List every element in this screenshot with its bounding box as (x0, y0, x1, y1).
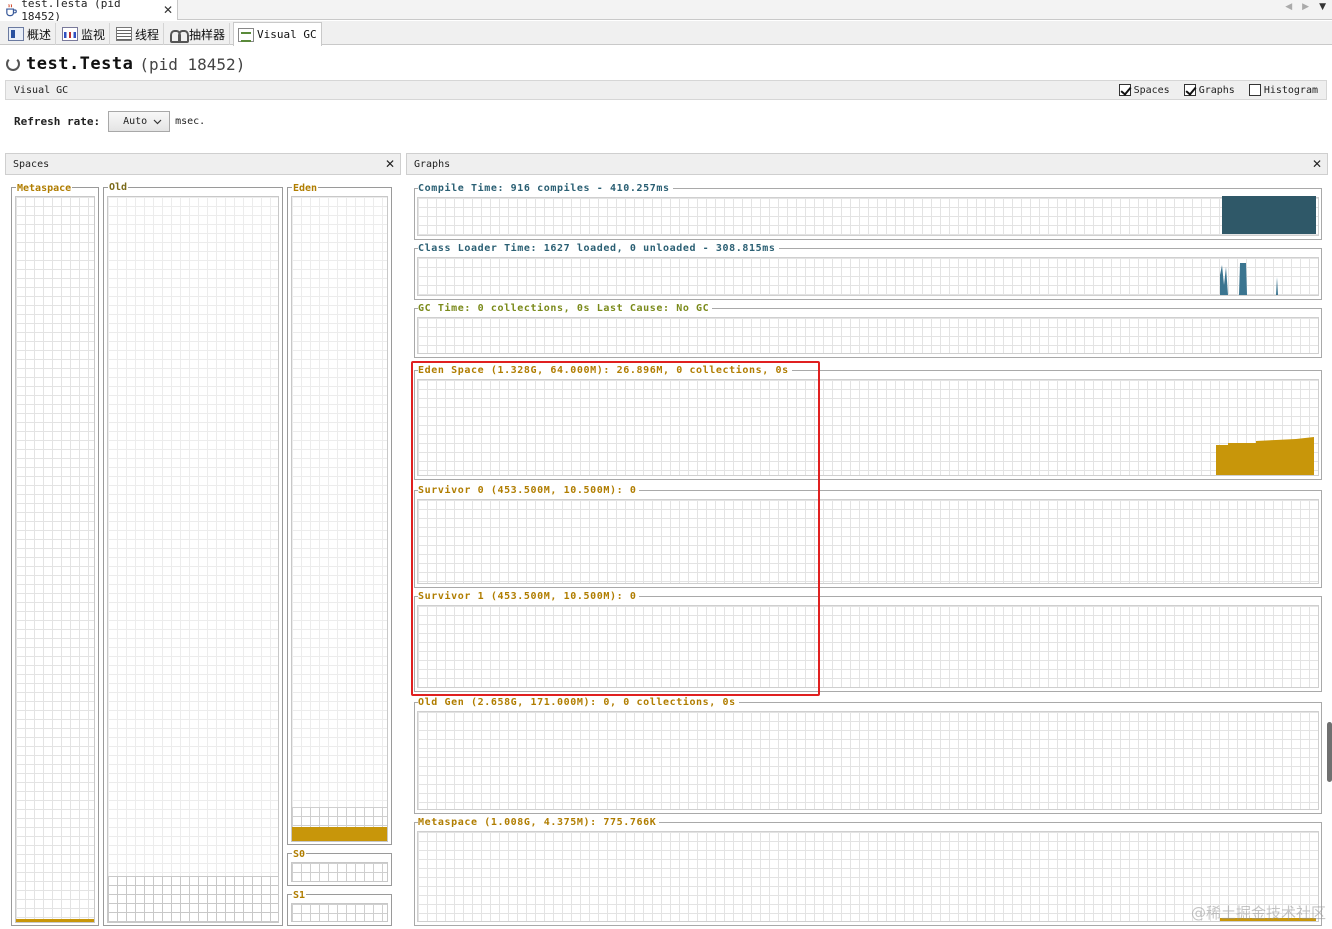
scroll-right-icon[interactable]: ▶ (1302, 2, 1309, 12)
eden-capacity-area (291, 196, 388, 842)
old-label: Old (108, 182, 129, 193)
checkbox-checked-icon (1183, 84, 1196, 96)
tab-monitor[interactable]: 监视 (58, 23, 111, 45)
refresh-rate-value: Auto (123, 116, 148, 127)
refresh-rate-unit: msec. (175, 116, 206, 127)
refresh-rate-row: Refresh rate: Auto msec. (14, 111, 205, 132)
gc-time-plot (417, 317, 1319, 354)
old-gen-label: Old Gen (2.658G, 171.000M): 0, 0 collect… (418, 697, 739, 708)
graphs-checkbox-label: Graphs (1198, 84, 1235, 96)
class-loader-plot (417, 257, 1319, 296)
eden-space-series (1216, 437, 1314, 475)
s0-label: S0 (292, 849, 307, 860)
gc-time-label: GC Time: 0 collections, 0s Last Cause: N… (418, 303, 713, 314)
metaspace-label: Metaspace (1.008G, 4.375M): 775.766K (418, 817, 660, 828)
tab-visual-gc[interactable]: Visual GC (233, 22, 322, 46)
old-space-box (103, 187, 283, 926)
sampler-icon (170, 27, 189, 43)
tab-overview-label: 概述 (27, 27, 52, 42)
graphs-checkbox[interactable]: Graphs (1183, 84, 1235, 96)
compile-time-graph (414, 188, 1322, 240)
metaspace-capacity-area (15, 196, 95, 923)
survivor-1-plot (417, 605, 1319, 688)
scroll-left-icon[interactable]: ◀ (1285, 2, 1292, 12)
metaspace-label: Metaspace (16, 183, 73, 194)
application-name: test.Testa (26, 54, 134, 74)
tab-sampler[interactable]: 抽样器 (166, 23, 231, 45)
graphs-panel-title: Graphs (414, 158, 451, 170)
close-tab-icon[interactable]: ✕ (163, 3, 173, 17)
graphs-panel-header: Graphs ✕ (406, 153, 1328, 175)
refresh-rate-label: Refresh rate: (14, 115, 101, 128)
s1-label: S1 (292, 890, 307, 901)
class-loader-label: Class Loader Time: 1627 loaded, 0 unload… (418, 243, 779, 254)
histogram-checkbox[interactable]: Histogram (1248, 84, 1318, 96)
tab-threads-label: 线程 (135, 27, 160, 42)
old-gen-plot (417, 711, 1319, 810)
overview-icon (8, 27, 24, 41)
view-tab-bar: 概述 监视 线程 抽样器 Visual GC (0, 21, 1332, 46)
survivor-0-graph (414, 490, 1322, 588)
checkbox-checked-icon (1118, 84, 1131, 96)
monitor-icon (62, 27, 78, 41)
checkbox-unchecked-icon (1248, 84, 1261, 96)
visual-gc-header: Visual GC Spaces Graphs Histogram (5, 80, 1327, 100)
watermark: @稀土掘金技术社区 (1190, 904, 1326, 922)
document-tab-testa[interactable]: test.Testa (pid 18452) ✕ (0, 0, 178, 23)
class-loader-series (1220, 263, 1278, 295)
page-title: test.Testa (pid 18452) (6, 53, 245, 75)
spaces-checkbox[interactable]: Spaces (1118, 84, 1170, 96)
spaces-panel-header: Spaces ✕ (5, 153, 401, 175)
metaspace-fill (16, 919, 94, 922)
old-gen-graph (414, 702, 1322, 814)
eden-label: Eden (292, 183, 319, 194)
s0-capacity-area (291, 862, 388, 882)
tab-monitor-label: 监视 (81, 27, 106, 42)
compile-time-plot (417, 196, 1319, 236)
document-tab-label: test.Testa (pid 18452) (21, 0, 121, 23)
eden-space-label: Eden Space (1.328G, 64.000M): 26.896M, 0… (418, 365, 792, 376)
java-cup-icon (6, 4, 17, 17)
document-tab-bar: test.Testa (pid 18452) ✕ ◀ ▶ ▼ (0, 0, 1332, 23)
metaspace-plot (417, 831, 1319, 922)
spaces-checkbox-label: Spaces (1133, 84, 1170, 96)
eden-committed-area (292, 807, 387, 841)
vertical-scrollbar[interactable] (1327, 722, 1332, 782)
survivor-1-graph (414, 596, 1322, 692)
tab-visual-gc-label: Visual GC (257, 28, 317, 41)
eden-space-plot (417, 379, 1319, 476)
eden-space-graph (414, 370, 1322, 480)
metaspace-graph (414, 822, 1322, 926)
close-graphs-panel-icon[interactable]: ✕ (1312, 157, 1322, 171)
close-spaces-panel-icon[interactable]: ✕ (385, 157, 395, 171)
eden-fill (292, 826, 387, 841)
old-committed-area (108, 876, 278, 922)
spaces-panel-title: Spaces (13, 158, 50, 170)
old-capacity-area (107, 196, 279, 923)
compile-time-label: Compile Time: 916 compiles - 410.257ms (418, 183, 673, 194)
loading-spinner-icon (6, 57, 20, 71)
chevron-down-icon (153, 119, 162, 124)
tab-threads[interactable]: 线程 (112, 23, 165, 45)
s1-capacity-area (291, 903, 388, 922)
visual-gc-icon (238, 27, 254, 42)
tab-list-dropdown-icon[interactable]: ▼ (1319, 2, 1326, 12)
survivor-0-label: Survivor 0 (453.500M, 10.500M): 0 (418, 485, 640, 496)
tab-sampler-label: 抽样器 (189, 27, 226, 42)
eden-space-box (287, 187, 392, 845)
class-loader-graph (414, 248, 1322, 300)
process-id: (pid 18452) (139, 54, 246, 74)
histogram-checkbox-label: Histogram (1263, 84, 1318, 96)
section-label: Visual GC (14, 84, 69, 96)
metaspace-space-box (11, 187, 99, 926)
compile-time-series (1222, 196, 1316, 234)
gc-time-graph (414, 308, 1322, 358)
refresh-rate-select[interactable]: Auto (108, 111, 171, 132)
threads-icon (116, 27, 132, 41)
survivor-0-plot (417, 499, 1319, 584)
survivor-1-label: Survivor 1 (453.500M, 10.500M): 0 (418, 591, 640, 602)
tab-overview[interactable]: 概述 (4, 23, 57, 45)
